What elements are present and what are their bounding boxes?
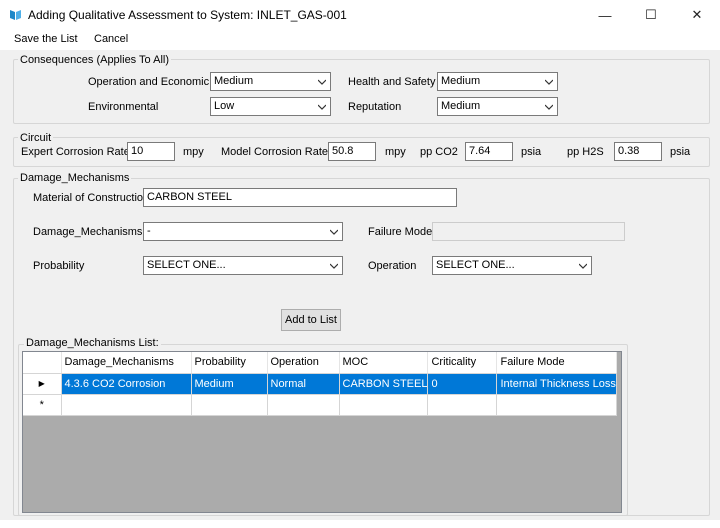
- damage-mechanisms-grid[interactable]: Damage_Mechanisms Probability Operation …: [22, 351, 622, 513]
- close-button[interactable]: ✕: [674, 0, 720, 30]
- consequences-legend: Consequences (Applies To All): [18, 54, 171, 66]
- chevron-down-icon: [545, 104, 553, 110]
- app-icon: [10, 10, 21, 20]
- cell-criticality[interactable]: 0: [427, 373, 498, 395]
- probability-value: SELECT ONE...: [147, 259, 226, 271]
- model-corrosion-label: Model Corrosion Rate: [221, 146, 328, 158]
- expert-corrosion-unit: mpy: [183, 146, 204, 158]
- operation-select[interactable]: SELECT ONE...: [432, 256, 592, 275]
- cell-damage-mechanism[interactable]: 4.3.6 CO2 Corrosion: [61, 373, 192, 395]
- health-safety-value: Medium: [441, 75, 481, 87]
- maximize-button[interactable]: ☐: [628, 0, 674, 30]
- new-cell-damage-mechanism[interactable]: [61, 394, 192, 416]
- environmental-value: Low: [214, 100, 235, 112]
- minimize-icon: —: [598, 7, 612, 23]
- column-header-operation[interactable]: Operation: [267, 352, 340, 374]
- chevron-down-icon: [318, 104, 326, 110]
- pp-h2s-unit: psia: [670, 146, 691, 158]
- close-icon: ✕: [691, 7, 703, 22]
- window-bottom-edge: [0, 520, 720, 528]
- reputation-select[interactable]: Medium: [437, 97, 558, 116]
- grid-table: Damage_Mechanisms Probability Operation …: [23, 352, 617, 416]
- mechanism-select[interactable]: -: [143, 222, 343, 241]
- probability-label: Probability: [33, 260, 85, 272]
- new-cell-failure-mode[interactable]: [496, 394, 617, 416]
- maximize-icon: ☐: [645, 7, 657, 22]
- failure-mode-label: Failure Mode: [368, 226, 433, 238]
- cell-probability[interactable]: Medium: [191, 373, 268, 395]
- environmental-label: Environmental: [88, 101, 159, 113]
- new-cell-moc[interactable]: [339, 394, 429, 416]
- column-header-criticality[interactable]: Criticality: [427, 352, 498, 374]
- material-label: Material of Construction: [33, 192, 150, 204]
- reputation-value: Medium: [441, 100, 481, 112]
- column-header-failure-mode[interactable]: Failure Mode: [496, 352, 617, 374]
- pp-co2-input[interactable]: 7.64: [465, 142, 513, 161]
- add-to-list-button[interactable]: Add to List: [281, 309, 341, 331]
- pp-co2-unit: psia: [521, 146, 542, 158]
- pp-co2-label: pp CO2: [420, 146, 458, 158]
- mechanism-value: -: [147, 225, 151, 237]
- mechanism-label: Damage_Mechanisms: [33, 226, 143, 238]
- damage-mechanisms-legend: Damage_Mechanisms: [18, 172, 132, 184]
- cell-failure-mode[interactable]: Internal Thickness Loss: [496, 373, 617, 395]
- window-title: Adding Qualitative Assessment to System:…: [28, 8, 347, 22]
- operation-economic-select[interactable]: Medium: [210, 72, 331, 91]
- probability-select[interactable]: SELECT ONE...: [143, 256, 343, 275]
- new-cell-operation[interactable]: [267, 394, 340, 416]
- column-header-probability[interactable]: Probability: [191, 352, 268, 374]
- health-safety-select[interactable]: Medium: [437, 72, 558, 91]
- column-header-damage-mechanisms[interactable]: Damage_Mechanisms: [61, 352, 192, 374]
- pp-h2s-label: pp H2S: [567, 146, 604, 158]
- operation-label: Operation: [368, 260, 417, 272]
- menu-save-the-list[interactable]: Save the List: [14, 33, 78, 45]
- chevron-down-icon: [330, 263, 338, 269]
- health-safety-label: Health and Safety: [348, 76, 436, 88]
- cell-operation[interactable]: Normal: [267, 373, 340, 395]
- operation-economic-value: Medium: [214, 75, 254, 87]
- menu-cancel[interactable]: Cancel: [94, 33, 128, 45]
- minimize-button[interactable]: —: [582, 0, 628, 30]
- operation-value: SELECT ONE...: [436, 259, 515, 271]
- current-row-indicator-icon[interactable]: ▶: [23, 373, 62, 395]
- expert-corrosion-input[interactable]: 10: [127, 142, 175, 161]
- reputation-label: Reputation: [348, 101, 402, 113]
- pp-h2s-input[interactable]: 0.38: [614, 142, 662, 161]
- model-corrosion-input[interactable]: 50.8: [328, 142, 376, 161]
- failure-mode-input: [432, 222, 625, 241]
- chevron-down-icon: [545, 79, 553, 85]
- material-input[interactable]: CARBON STEEL: [143, 188, 457, 207]
- column-header-moc[interactable]: MOC: [339, 352, 429, 374]
- new-row-indicator-icon[interactable]: *: [23, 394, 62, 416]
- chevron-down-icon: [330, 229, 338, 235]
- environmental-select[interactable]: Low: [210, 97, 331, 116]
- model-corrosion-unit: mpy: [385, 146, 406, 158]
- grid-corner-header: [23, 352, 62, 374]
- chevron-down-icon: [318, 79, 326, 85]
- new-cell-criticality[interactable]: [427, 394, 498, 416]
- new-cell-probability[interactable]: [191, 394, 268, 416]
- circuit-legend: Circuit: [18, 132, 54, 144]
- grid-header-row: Damage_Mechanisms Probability Operation …: [23, 352, 617, 374]
- damage-mechanisms-list-legend: Damage_Mechanisms List:: [24, 337, 161, 349]
- operation-economic-label: Operation and Economic: [88, 76, 210, 88]
- consequences-group: [13, 59, 710, 124]
- chevron-down-icon: [579, 263, 587, 269]
- table-row[interactable]: ▶ 4.3.6 CO2 Corrosion Medium Normal CARB…: [23, 373, 617, 395]
- cell-moc[interactable]: CARBON STEEL: [339, 373, 429, 395]
- expert-corrosion-label: Expert Corrosion Rate: [21, 146, 130, 158]
- new-row[interactable]: *: [23, 394, 617, 416]
